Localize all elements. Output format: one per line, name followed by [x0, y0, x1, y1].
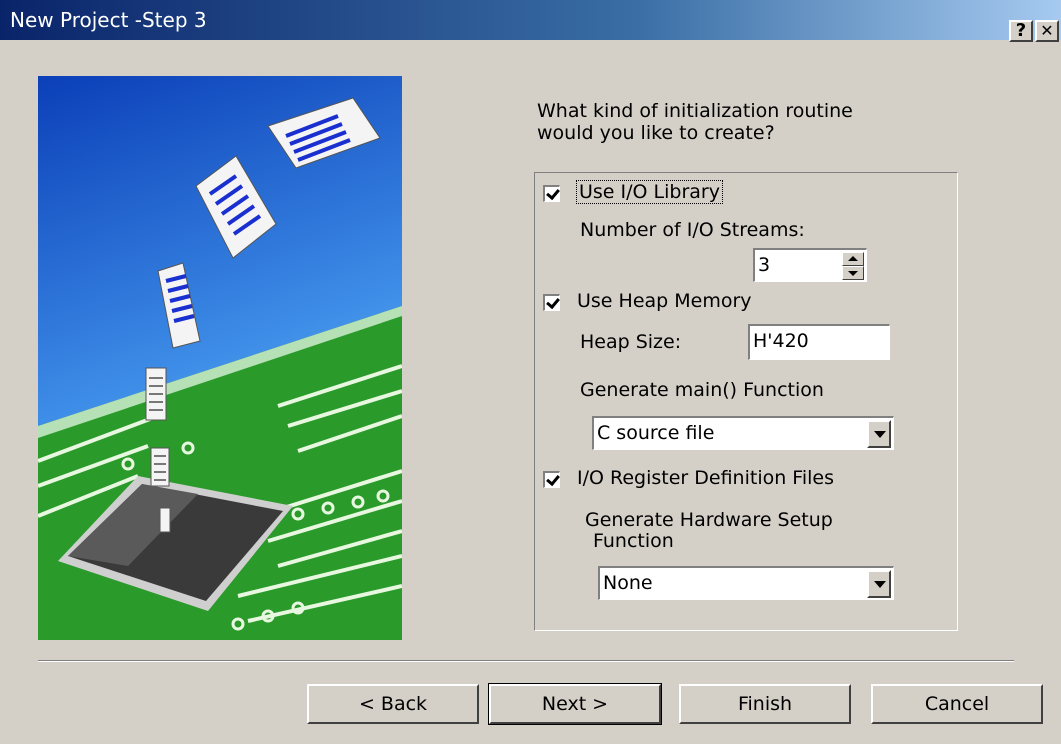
options-group: Use I/O Library Number of I/O Streams: 3… — [534, 172, 958, 631]
chevron-down-icon — [874, 431, 886, 438]
title-bar[interactable]: New Project -Step 3 ? ✕ — [0, 0, 1061, 42]
back-button[interactable]: < Back — [307, 684, 479, 724]
down-arrow-icon — [848, 271, 858, 276]
close-button[interactable]: ✕ — [1035, 20, 1059, 42]
wizard-illustration — [38, 76, 402, 640]
cancel-button[interactable]: Cancel — [871, 684, 1043, 724]
use-io-library-label[interactable]: Use I/O Library — [576, 180, 723, 204]
finish-button[interactable]: Finish — [679, 684, 851, 724]
window-title: New Project -Step 3 — [10, 8, 207, 32]
io-register-label[interactable]: I/O Register Definition Files — [577, 467, 834, 489]
io-streams-label: Number of I/O Streams: — [580, 219, 805, 241]
io-streams-input[interactable]: 3 — [753, 248, 867, 282]
dropdown-button[interactable] — [867, 420, 891, 448]
up-arrow-icon — [848, 256, 858, 261]
main-function-dropdown[interactable]: C source file — [592, 416, 894, 450]
io-register-checkbox[interactable] — [543, 471, 560, 488]
chip-illustration — [38, 97, 402, 640]
dropdown-button[interactable] — [867, 570, 891, 598]
spin-down-button[interactable] — [842, 266, 864, 280]
hw-setup-label: Generate Hardware Setup Function — [585, 509, 833, 552]
heap-size-label: Heap Size: — [580, 331, 682, 353]
question-text: What kind of initialization routine woul… — [537, 100, 853, 144]
help-button[interactable]: ? — [1009, 20, 1033, 42]
use-heap-memory-checkbox[interactable] — [543, 294, 560, 311]
next-button[interactable]: Next > — [488, 683, 662, 725]
hw-setup-dropdown[interactable]: None — [598, 566, 894, 600]
heap-size-input[interactable]: H'420 — [748, 324, 890, 360]
use-io-library-checkbox[interactable] — [543, 185, 560, 202]
chevron-down-icon — [874, 581, 886, 588]
generate-main-label: Generate main() Function — [580, 379, 824, 401]
use-heap-memory-label[interactable]: Use Heap Memory — [577, 290, 752, 312]
spin-up-button[interactable] — [842, 252, 864, 266]
separator — [38, 660, 1014, 662]
